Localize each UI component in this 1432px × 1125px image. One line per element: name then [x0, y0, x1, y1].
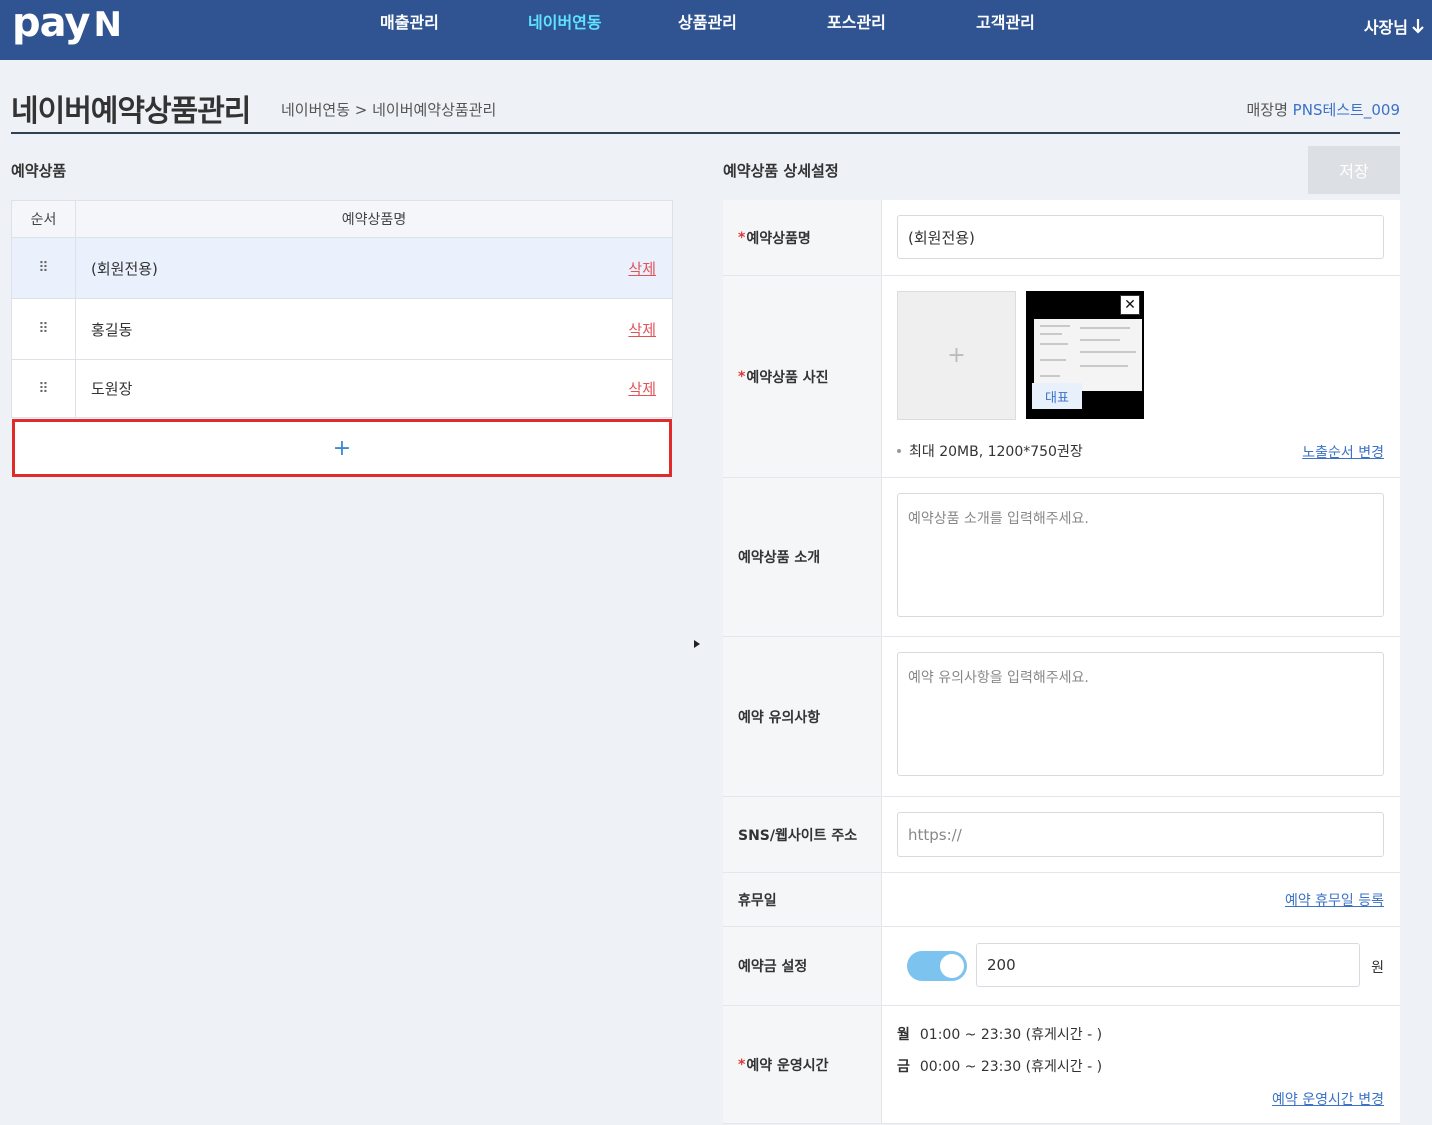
currency-unit: 원 — [1371, 960, 1384, 976]
drag-handle-icon[interactable]: ⠿ — [12, 238, 76, 298]
delete-link[interactable]: 삭제 — [628, 319, 656, 340]
toggle-knob — [940, 954, 964, 978]
section-title-detail: 예약상품 상세설정 — [723, 162, 839, 180]
col-name: 예약상품명 — [341, 212, 407, 228]
reservation-notice-textarea[interactable]: 예약 유의사항을 입력해주세요. — [897, 652, 1384, 776]
row-deposit: 예약금 설정 200 원 — [723, 927, 1400, 1006]
user-menu[interactable]: 사장님 — [1364, 14, 1426, 38]
change-hours-link[interactable]: 예약 운영시간 변경 — [1272, 1089, 1384, 1109]
required-mark: * — [738, 229, 746, 246]
row-sns-url: SNS/웹사이트 주소 https:// — [723, 797, 1400, 873]
section-title-products: 예약상품 — [11, 162, 67, 180]
hours-time: 01:00 ~ 23:30 (휴게시간 - ) — [919, 1027, 1103, 1043]
store-name: PNS테스트_009 — [1292, 101, 1400, 119]
drag-handle-icon[interactable]: ⠿ — [12, 299, 76, 359]
product-intro-textarea[interactable]: 예약상품 소개를 입력해주세요. — [897, 493, 1384, 617]
product-name: 도원장 — [91, 380, 133, 398]
user-name: 사장님 — [1363, 18, 1408, 37]
label-product-name: 예약상품명 — [746, 230, 811, 247]
hours-time: 00:00 ~ 23:30 (휴게시간 - ) — [919, 1059, 1103, 1075]
bullet-icon — [897, 449, 901, 453]
required-mark: * — [738, 368, 746, 385]
hours-day: 월 — [897, 1027, 910, 1043]
label-reservation-notice: 예약 유의사항 — [723, 637, 882, 796]
save-button[interactable]: 저장 — [1308, 146, 1400, 194]
plus-icon: + — [947, 343, 966, 368]
deposit-toggle[interactable] — [907, 951, 967, 981]
table-row[interactable]: ⠿ (회원전용) 삭제 — [11, 238, 673, 299]
row-reservation-notice: 예약 유의사항 예약 유의사항을 입력해주세요. — [723, 637, 1400, 797]
delete-link[interactable]: 삭제 — [628, 378, 656, 399]
nav-pos[interactable]: 포스관리 — [827, 0, 886, 46]
col-order: 순서 — [12, 201, 76, 237]
hours-line: 금 00:00 ~ 23:30 (휴게시간 - ) — [897, 1056, 1102, 1076]
representative-badge: 대표 — [1032, 383, 1082, 409]
header-divider — [11, 132, 1400, 134]
required-mark: * — [738, 1056, 746, 1073]
row-product-name: * 예약상품명 (회원전용) — [723, 200, 1400, 276]
caret-right-icon — [694, 640, 700, 648]
change-order-link[interactable]: 노출순서 변경 — [1302, 442, 1384, 462]
nav-customers[interactable]: 고객관리 — [976, 0, 1035, 46]
store-label: 매장명 — [1246, 101, 1288, 119]
product-name: (회원전용) — [91, 259, 158, 278]
hours-line: 월 01:00 ~ 23:30 (휴게시간 - ) — [897, 1024, 1102, 1044]
row-holiday: 휴무일 예약 휴무일 등록 — [723, 873, 1400, 927]
nav-products[interactable]: 상품관리 — [678, 0, 737, 46]
product-name-input[interactable]: (회원전용) — [897, 215, 1384, 259]
product-name: 홍길동 — [91, 320, 133, 339]
row-product-photo: * 예약상품 사진 + ✕ 대표 최대 20MB, 1200*750권장 노출순서… — [723, 276, 1400, 478]
label-operating-hours: 예약 운영시간 — [746, 1057, 829, 1074]
photo-note-text: 최대 20MB, 1200*750권장 — [909, 444, 1083, 460]
row-operating-hours: * 예약 운영시간 월 01:00 ~ 23:30 (휴게시간 - ) 금 00:00… — [723, 1006, 1400, 1124]
arrow-down-icon — [1412, 19, 1424, 34]
sns-url-input[interactable]: https:// — [897, 812, 1384, 857]
label-product-photo: 예약상품 사진 — [746, 369, 829, 386]
label-holiday: 휴무일 — [723, 873, 882, 926]
table-row[interactable]: ⠿ 홍길동 삭제 — [11, 299, 673, 360]
add-product-button[interactable]: + — [12, 419, 672, 477]
row-product-intro: 예약상품 소개 예약상품 소개를 입력해주세요. — [723, 478, 1400, 637]
breadcrumb: 네이버연동 > 네이버예약상품관리 — [281, 101, 497, 119]
label-deposit: 예약금 설정 — [723, 927, 882, 1005]
remove-photo-icon[interactable]: ✕ — [1120, 295, 1140, 315]
top-navbar: pay N 매출관리 네이버연동 상품관리 포스관리 고객관리 사장님 — [0, 0, 1432, 60]
table-row[interactable]: ⠿ 도원장 삭제 — [11, 360, 673, 418]
deposit-amount-input[interactable]: 200 — [976, 943, 1360, 987]
table-header: 순서 예약상품명 — [11, 200, 673, 238]
nav-sales[interactable]: 매출관리 — [380, 0, 439, 46]
hours-day: 금 — [897, 1059, 910, 1075]
store-info: 매장명 PNS테스트_009 — [1246, 99, 1400, 120]
photo-thumbnail[interactable]: ✕ 대표 — [1026, 291, 1144, 419]
drag-handle-icon[interactable]: ⠿ — [12, 360, 76, 417]
nav-naver[interactable]: 네이버연동 — [528, 0, 602, 46]
payn-logo[interactable]: pay N — [12, 0, 122, 48]
delete-link[interactable]: 삭제 — [628, 258, 656, 279]
register-holiday-link[interactable]: 예약 휴무일 등록 — [1285, 890, 1384, 910]
label-sns-url: SNS/웹사이트 주소 — [723, 797, 882, 872]
add-photo-button[interactable]: + — [897, 291, 1016, 420]
plus-icon: + — [332, 435, 352, 461]
product-table: 순서 예약상품명 ⠿ (회원전용) 삭제 ⠿ 홍길동 삭제 ⠿ 도원장 삭제 — [11, 200, 673, 418]
thumbnail-image — [1034, 319, 1142, 391]
photo-note: 최대 20MB, 1200*750권장 — [897, 441, 1083, 461]
detail-form: * 예약상품명 (회원전용) * 예약상품 사진 + ✕ 대표 최대 20MB, 1… — [723, 200, 1400, 1124]
page-title: 네이버예약상품관리 — [11, 94, 251, 129]
label-product-intro: 예약상품 소개 — [723, 478, 882, 636]
